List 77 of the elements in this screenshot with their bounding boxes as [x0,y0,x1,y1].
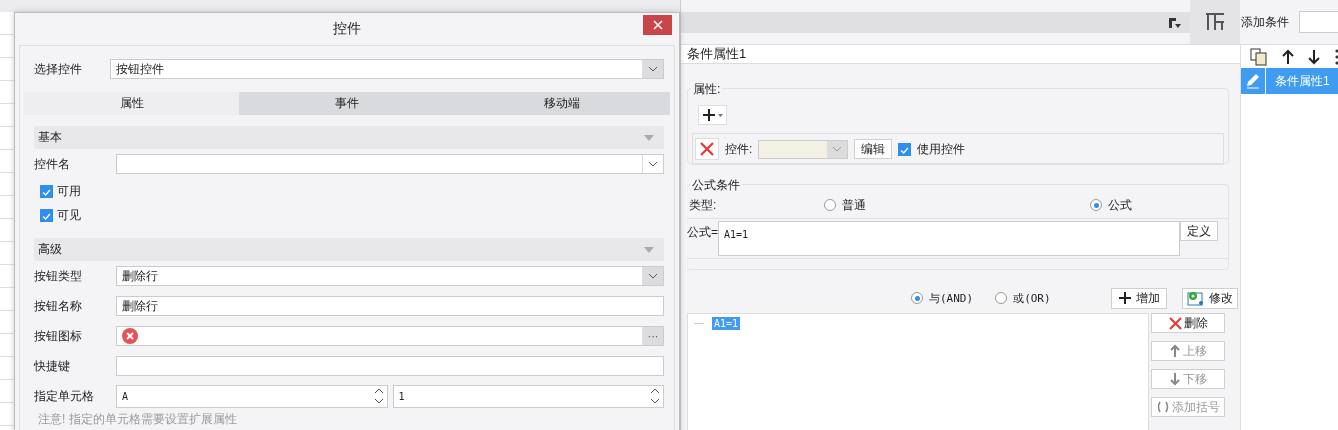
arrow-down-icon [1169,372,1181,386]
close-button[interactable] [643,15,672,35]
delete-icon [122,328,138,344]
define-button[interactable]: 定义 [1180,221,1218,241]
add-dropdown-button[interactable] [698,105,727,125]
copy-icon[interactable] [1250,47,1268,66]
checkbox[interactable] [40,208,53,222]
move-up-icon[interactable] [1282,48,1294,65]
radio-label: 与(AND) [929,290,974,306]
field-label: 控件名 [33,155,71,173]
parentheses-icon [1156,401,1170,413]
field-label: 按钮名称 [33,297,83,315]
radio-label: 公式 [1108,196,1133,214]
collapse-triangle-icon [644,134,654,141]
radio-button[interactable] [995,292,1008,304]
spinner-arrows-icon[interactable] [373,387,384,405]
icon-field[interactable]: ··· [116,326,664,346]
checkbox-label: 可见 [57,206,81,224]
move-down-icon[interactable] [1308,48,1320,65]
combo-field[interactable] [116,154,664,174]
radio-button[interactable] [1090,199,1103,211]
checkbox[interactable] [898,142,912,156]
radio-button[interactable] [824,199,837,211]
close-icon [699,141,715,157]
chevron-down-icon [648,161,658,167]
condition-title: 条件属性1 [687,45,747,63]
field-label: 指定单元格 [33,387,95,405]
side-button[interactable]: 删除 [1151,313,1225,333]
arrow-up-icon [1169,344,1181,358]
text-field[interactable] [116,356,664,376]
note-text: 注意! 指定的单元格需要设置扩展属性 [37,411,238,425]
close-icon [1168,316,1182,330]
tab[interactable]: 事件 [239,92,455,115]
tab[interactable]: 移动端 [454,92,670,115]
control-select[interactable]: 按钮控件 [110,59,664,79]
radio-label: 或(OR) [1013,290,1051,306]
chevron-down-icon [832,146,843,152]
field-label: 选择控件 [33,60,83,78]
collapse-triangle-icon [644,246,654,253]
gear-document-icon [1186,290,1205,306]
section-header[interactable]: 基本 [34,126,664,149]
plus-icon [1117,291,1132,305]
field-label: 按钮类型 [33,267,83,285]
remove-button[interactable] [695,138,719,160]
spinner-field[interactable]: 1 [392,384,664,408]
dialog-title: 控件 [333,20,361,38]
close-icon [652,20,663,30]
radio-button[interactable] [911,292,923,304]
checkbox-label: 可用 [57,182,81,200]
plus-icon [701,108,724,122]
control-label: 控件: [725,140,753,158]
checkbox[interactable] [40,184,53,198]
edit-icon [1244,72,1262,90]
corner-dropdown-icon[interactable] [1168,16,1182,29]
spinner-arrows-icon[interactable] [650,387,660,405]
section-header[interactable]: 高级 [34,238,664,261]
field-label: 快捷键 [33,357,71,375]
text-field[interactable]: 删除行 [116,296,664,316]
checkbox-label: 使用控件 [917,140,966,158]
formula-field[interactable]: A1=1 [718,221,1180,256]
formula-label: 公式= [687,224,718,241]
modify-button[interactable]: 修改 [1181,287,1238,309]
spinner-field[interactable]: A [116,384,388,408]
layout-icon[interactable] [1204,12,1226,32]
type-label: 类型: [689,196,717,214]
edit-button[interactable]: 编辑 [854,139,893,159]
select-field[interactable]: 删除行 [116,266,664,286]
group-title: 公式条件 [690,177,742,194]
group-title: 属性: [691,81,723,98]
chevron-down-icon [648,273,658,279]
chevron-down-icon [648,66,658,72]
add-button[interactable]: 增加 [1110,287,1167,309]
tab[interactable]: 属性 [24,92,240,115]
add-condition-label: 添加条件 [1241,13,1289,31]
condition-field[interactable] [1299,11,1338,33]
field-label: 按钮图标 [33,327,83,345]
radio-label: 普通 [842,196,867,214]
